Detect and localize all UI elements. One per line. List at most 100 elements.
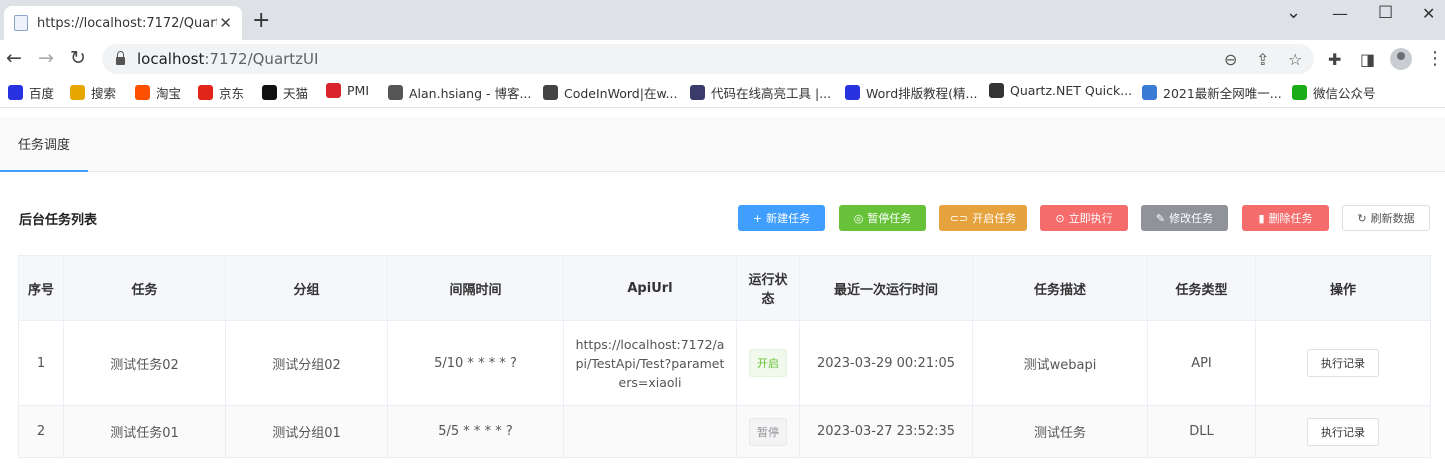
search-site-icon [70,85,85,100]
bookmark-star-icon[interactable]: ☆ [1288,50,1302,69]
button-label: 刷新数据 [1370,212,1415,225]
bookmark-item[interactable]: PMI [326,83,369,98]
start-task-button[interactable]: ⊂⊃ 开启任务 [939,205,1027,231]
delete-task-button[interactable]: ▮ 删除任务 [1242,205,1329,231]
bookmark-item[interactable]: 京东 [198,83,244,102]
execution-log-button[interactable]: 执行记录 [1307,349,1379,377]
reload-icon[interactable]: ↻ [70,48,86,68]
bookmarks-bar: 百度 搜索 淘宝 京东 天猫 PMI Alan.hsiang - 博客... CodeInWo… [0,78,1445,108]
col-status-cell: 暂停 [736,405,800,458]
col-type-cell: API [1147,320,1256,406]
table-header-row: 序号 任务 分组 间隔时间 ApiUrl 运行状态 最近一次运行时间 任务描述 任务类型 操作 [18,255,1431,321]
col-group-header: 分组 [225,255,388,321]
col-index-cell: 1 [18,320,64,406]
col-group-cell: 测试分组01 [225,405,388,458]
baidu-icon [8,85,23,100]
url-path: :7172/QuartzUI [204,50,319,68]
col-description-cell: 测试webapi [972,320,1148,406]
browser-titlebar: https://localhost:7172/QuartzUI ✕ + ⌄ — … [0,0,1445,40]
url-bar[interactable]: localhost:7172/QuartzUI ⊖ ⇪ ☆ [102,44,1314,74]
profile-avatar[interactable] [1390,48,1412,70]
bookmark-label: 2021最新全网唯一... [1163,86,1282,101]
refresh-button[interactable]: ↻ 刷新数据 [1342,205,1430,231]
jd-icon [198,85,213,100]
bookmark-label: 搜索 [91,86,117,101]
maximize-icon[interactable]: ☐ [1378,3,1393,23]
taobao-icon [135,85,150,100]
forward-icon[interactable]: → [38,48,54,68]
extensions-icon[interactable]: ✚ [1328,50,1341,69]
bookmark-label: CodeInWord|在w... [564,86,678,101]
col-last-run-header: 最近一次运行时间 [799,255,973,321]
back-icon[interactable]: ← [6,48,22,68]
bookmark-item[interactable]: 2021最新全网唯一... [1142,83,1282,102]
col-action-header: 操作 [1255,255,1431,321]
page-icon [14,15,28,31]
col-task-header: 任务 [63,255,226,321]
bookmark-item[interactable]: 代码在线高亮工具 |... [690,83,831,102]
chevron-down-icon[interactable]: ⌄ [1286,2,1301,23]
blog-icon [388,85,403,100]
bookmark-item[interactable]: 微信公众号 [1292,83,1376,102]
col-apiurl-header: ApiUrl [563,255,737,321]
col-description-header: 任务描述 [972,255,1148,321]
col-status-header: 运行状态 [736,255,800,321]
bookmark-item[interactable]: 天猫 [262,83,308,102]
tab-task-schedule[interactable]: 任务调度 [0,117,88,172]
baidu-icon [845,85,860,100]
zoom-icon[interactable]: ⊖ [1224,50,1237,69]
button-label: 开启任务 [972,212,1017,225]
bookmark-item[interactable]: Alan.hsiang - 博客... [388,83,531,102]
bookmark-item[interactable]: 百度 [8,83,54,102]
bookmark-label: Word排版教程(精... [866,86,978,101]
col-type-cell: DLL [1147,405,1256,458]
close-tab-icon[interactable]: ✕ [219,14,232,32]
page-tabbar: 任务调度 [0,117,1445,172]
col-type-header: 任务类型 [1147,255,1256,321]
col-action-cell: 执行记录 [1255,320,1431,406]
pause-task-button[interactable]: ◎ 暂停任务 [839,205,926,231]
run-now-button[interactable]: ⊙ 立即执行 [1040,205,1128,231]
share-icon[interactable]: ⇪ [1256,50,1269,69]
table-row[interactable]: 1 测试任务02 测试分组02 5/10 * * * * ? https://local… [18,320,1431,406]
new-tab-button[interactable]: + [252,10,270,32]
toggle-icon: ⊂⊃ [949,211,969,225]
menu-icon[interactable]: ⋮ [1426,48,1444,69]
col-index-header: 序号 [18,255,64,321]
col-interval-cell: 5/5 * * * * ? [387,405,564,458]
globe-icon [543,85,558,100]
col-task-cell: 测试任务01 [63,405,226,458]
play-icon: ⊙ [1055,211,1065,225]
section-title: 后台任务列表 [19,213,98,228]
bookmark-item[interactable]: 淘宝 [135,83,181,102]
col-description-cell: 测试任务 [972,405,1148,458]
button-label: 修改任务 [1169,212,1214,225]
bookmark-item[interactable]: Word排版教程(精... [845,83,977,102]
col-task-cell: 测试任务02 [63,320,226,406]
task-table: 序号 任务 分组 间隔时间 ApiUrl 运行状态 最近一次运行时间 任务描述 任务类型 操作 1… [18,255,1431,458]
button-label: 删除任务 [1268,212,1313,225]
minimize-icon[interactable]: — [1332,4,1348,23]
edit-task-button[interactable]: ✎ 修改任务 [1141,205,1228,231]
pmi-icon [326,83,341,98]
browser-tab[interactable]: https://localhost:7172/QuartzUI ✕ [4,6,242,40]
new-task-button[interactable]: + 新建任务 [738,205,825,231]
url-host: localhost [137,50,205,68]
col-status-cell: 开启 [736,320,800,406]
bookmark-item[interactable]: 搜索 [70,83,116,102]
close-window-icon[interactable]: ✕ [1422,4,1435,23]
bookmark-label: 京东 [219,86,245,101]
table-row[interactable]: 2 测试任务01 测试分组01 5/5 * * * * ? 暂停 2023-03-27 2… [18,405,1431,458]
bookmark-label: 百度 [29,86,55,101]
bookmark-item[interactable]: Quartz.NET Quick... [989,83,1132,98]
execution-log-button[interactable]: 执行记录 [1307,417,1379,446]
bookmark-label: 天猫 [283,86,309,101]
edit-icon: ✎ [1155,211,1166,225]
side-panel-icon[interactable]: ◨ [1360,50,1375,69]
tab-title: https://localhost:7172/QuartzUI [37,15,217,31]
button-label: 新建任务 [766,212,811,225]
status-badge: 开启 [749,349,787,377]
lock-icon[interactable] [116,51,125,65]
bookmark-label: 微信公众号 [1313,86,1376,101]
bookmark-item[interactable]: CodeInWord|在w... [543,83,677,102]
